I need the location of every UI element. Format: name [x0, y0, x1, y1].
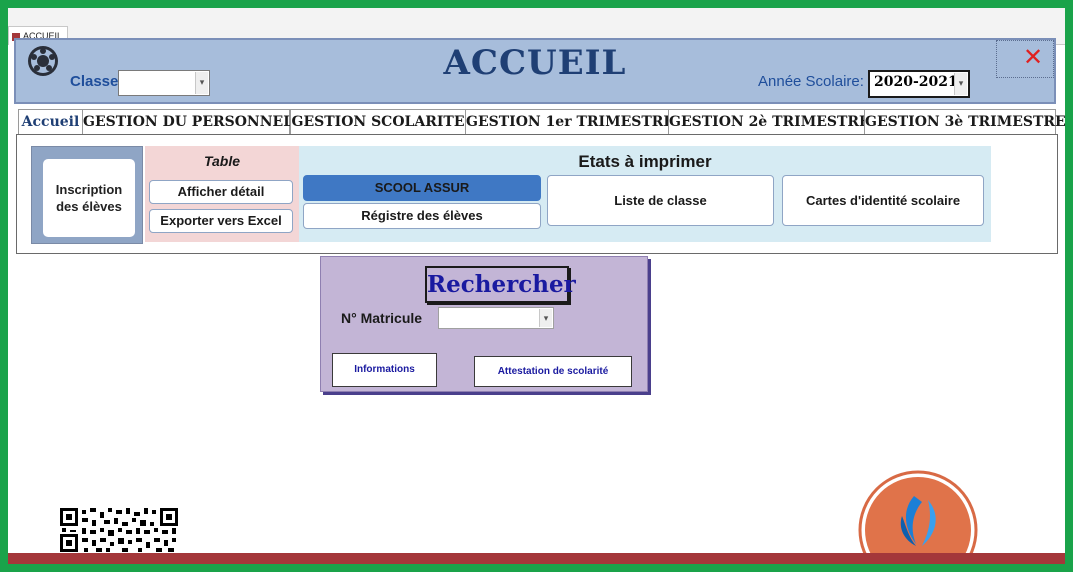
tab-gestion-trimestre-3[interactable]: GESTION 3è TRIMESTRE — [864, 109, 1065, 135]
liste-classe-button[interactable]: Liste de classe — [547, 175, 774, 226]
tab-accueil[interactable]: Accueil — [18, 109, 83, 135]
accueil-tab-panel: Inscription des élèves Table Afficher dé… — [16, 134, 1058, 254]
matricule-label: N° Matricule — [341, 310, 423, 326]
inscription-section: Inscription des élèves — [31, 146, 143, 244]
annee-scolaire-select[interactable]: 2020-2021 ▾ — [868, 70, 970, 98]
search-title: Rechercher — [425, 266, 576, 303]
etats-imprimer-section: Etats à imprimer SCOOL ASSUR Régistre de… — [299, 146, 991, 242]
inscription-eleves-button[interactable]: Inscription des élèves — [42, 158, 136, 238]
informations-button[interactable]: Informations — [332, 353, 437, 387]
afficher-detail-button[interactable]: Afficher détail — [149, 180, 293, 204]
title-bar — [8, 8, 1065, 20]
annee-scolaire-label: Année Scolaire: — [758, 73, 864, 90]
table-section-label: Table — [203, 153, 241, 169]
tab-gestion-trimestre-2[interactable]: GESTION 2è TRIMESTRE — [668, 109, 870, 135]
tab-gestion-scolarite[interactable]: GESTION SCOLARITE — [290, 109, 466, 135]
inscription-label-line2: des élèves — [56, 199, 122, 214]
qr-code-icon — [60, 508, 178, 552]
form-header: Classe ▾ ACCUEIL Année Scolaire: 2020-20… — [14, 38, 1056, 104]
school-logo-icon — [858, 470, 978, 558]
registre-eleves-button[interactable]: Régistre des élèves — [303, 203, 541, 229]
etats-imprimer-label: Etats à imprimer — [578, 152, 712, 171]
exporter-excel-button[interactable]: Exporter vers Excel — [149, 209, 293, 233]
tab-gestion-trimestre-1[interactable]: GESTION 1er TRIMESTRE — [465, 109, 674, 135]
inscription-label-line1: Inscription — [55, 182, 123, 197]
close-icon[interactable]: ✕ — [1023, 43, 1043, 71]
table-section: Table Afficher détail Exporter vers Exce… — [145, 146, 299, 242]
search-panel: Rechercher N° Matricule ▾ Informations A… — [320, 256, 648, 392]
cartes-identite-button[interactable]: Cartes d'identité scolaire — [782, 175, 984, 226]
attestation-scolarite-button[interactable]: Attestation de scolarité — [474, 356, 632, 387]
chevron-down-icon[interactable]: ▾ — [954, 73, 967, 95]
scool-assur-button[interactable]: SCOOL ASSUR — [303, 175, 541, 201]
app-window: ACCUEIL Classe ▾ ACCUEIL Année Scolaire: — [8, 8, 1065, 564]
tab-gestion-personnel[interactable]: GESTION DU PERSONNEL — [82, 109, 293, 135]
close-button[interactable]: ✕ — [996, 40, 1054, 78]
chevron-down-icon[interactable]: ▾ — [539, 309, 552, 327]
status-bar — [8, 553, 1065, 564]
matricule-select[interactable]: ▾ — [438, 307, 554, 329]
annee-scolaire-value: 2020-2021 — [874, 74, 958, 90]
